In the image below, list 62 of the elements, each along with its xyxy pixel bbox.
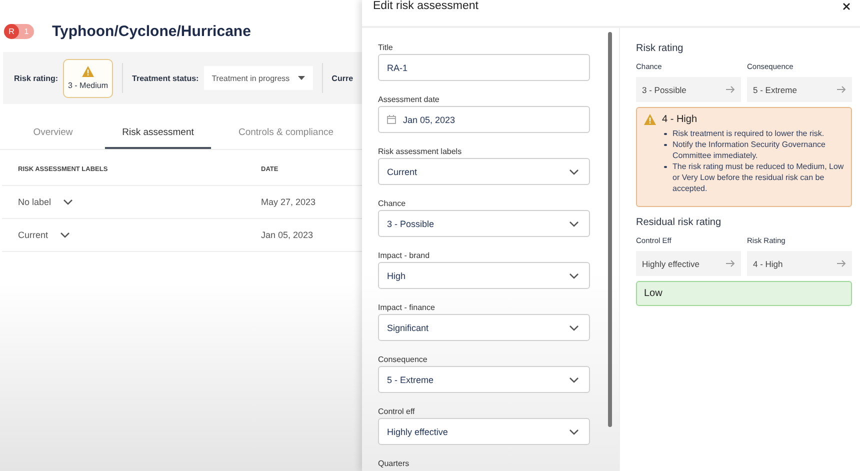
label-dropdown[interactable]: No label <box>18 197 74 207</box>
label-dropdown[interactable]: Current <box>18 230 70 240</box>
calendar-icon <box>387 115 396 124</box>
scrollbar[interactable] <box>608 32 612 427</box>
chevron-down-icon <box>60 232 70 238</box>
field-label: Consequence <box>378 355 428 365</box>
bullet-icon <box>664 132 666 135</box>
field-label: Assessment date <box>378 95 440 105</box>
rating-value: Low <box>644 288 662 299</box>
risk-rating-label: Risk rating: <box>14 74 58 82</box>
chevron-down-icon <box>569 272 579 278</box>
close-icon[interactable] <box>843 3 850 10</box>
arrow-right-icon <box>837 86 846 93</box>
chevron-down-icon <box>63 199 74 205</box>
bullet-icon <box>664 166 666 168</box>
arrow-right-icon <box>837 260 846 267</box>
field-label: Impact - finance <box>378 303 436 313</box>
field-label: Title <box>378 43 394 53</box>
select-field[interactable]: Current <box>378 158 590 185</box>
value-field: 3 - Possible <box>636 77 741 102</box>
value-field: 5 - Extreme <box>747 77 852 102</box>
note-text: Notify the Information Security Governance Committee immediately. <box>672 139 826 161</box>
date-field[interactable]: Jan 05, 2023 <box>378 106 590 133</box>
chevron-down-icon <box>569 428 579 434</box>
tab[interactable]: Risk assessment <box>105 117 211 149</box>
section-title: Risk rating <box>636 43 684 54</box>
text-field[interactable]: RA-1 <box>378 54 590 81</box>
tab[interactable]: Controls & compliance <box>211 117 361 149</box>
bullet-icon <box>664 144 666 146</box>
page-title: Typhoon/Cyclone/Hurricane <box>52 22 251 40</box>
field-label: Chance <box>378 199 407 209</box>
value-field: Highly effective <box>636 251 741 276</box>
chevron-down-icon <box>569 220 579 226</box>
risk-rating-chip: 3 - Medium <box>63 58 114 98</box>
treatment-status-label: Treatment status: <box>132 74 199 82</box>
warning-icon <box>82 66 94 77</box>
arrow-right-icon <box>726 86 735 93</box>
select-field[interactable]: High <box>378 262 590 289</box>
select-field[interactable]: Significant <box>378 314 590 341</box>
field-label: Impact - brand <box>378 251 431 261</box>
caret-icon <box>298 76 305 80</box>
field-label: Curre <box>332 74 354 82</box>
tab[interactable]: Overview <box>1 117 105 149</box>
chevron-down-icon <box>569 376 579 382</box>
note-text: The risk rating must be reduced to Medium, Low or Very Low before the residual risk can be accepted. <box>672 161 844 194</box>
value-field: 4 - High <box>747 251 852 276</box>
select-field[interactable]: 3 - Possible <box>378 210 590 237</box>
risk-badge: R 1 <box>4 24 34 38</box>
select-field[interactable]: Highly effective <box>378 418 590 445</box>
warning-icon <box>644 114 656 125</box>
treatment-status-dropdown[interactable]: Treatment in progress <box>204 66 313 90</box>
rating-value: 4 - High <box>662 114 698 125</box>
note-text: Risk treatment is required to lower the risk. <box>672 128 824 139</box>
panel-title: Edit risk assessment <box>373 0 478 13</box>
field-label: Control eff <box>378 407 416 417</box>
chevron-down-icon <box>569 324 579 330</box>
arrow-right-icon <box>726 260 735 267</box>
section-title: Residual risk rating <box>636 217 722 228</box>
chevron-down-icon <box>569 168 579 174</box>
select-field[interactable]: 5 - Extreme <box>378 366 590 393</box>
field-label: Risk assessment labels <box>378 147 463 157</box>
field-label: Quarters <box>378 459 410 469</box>
